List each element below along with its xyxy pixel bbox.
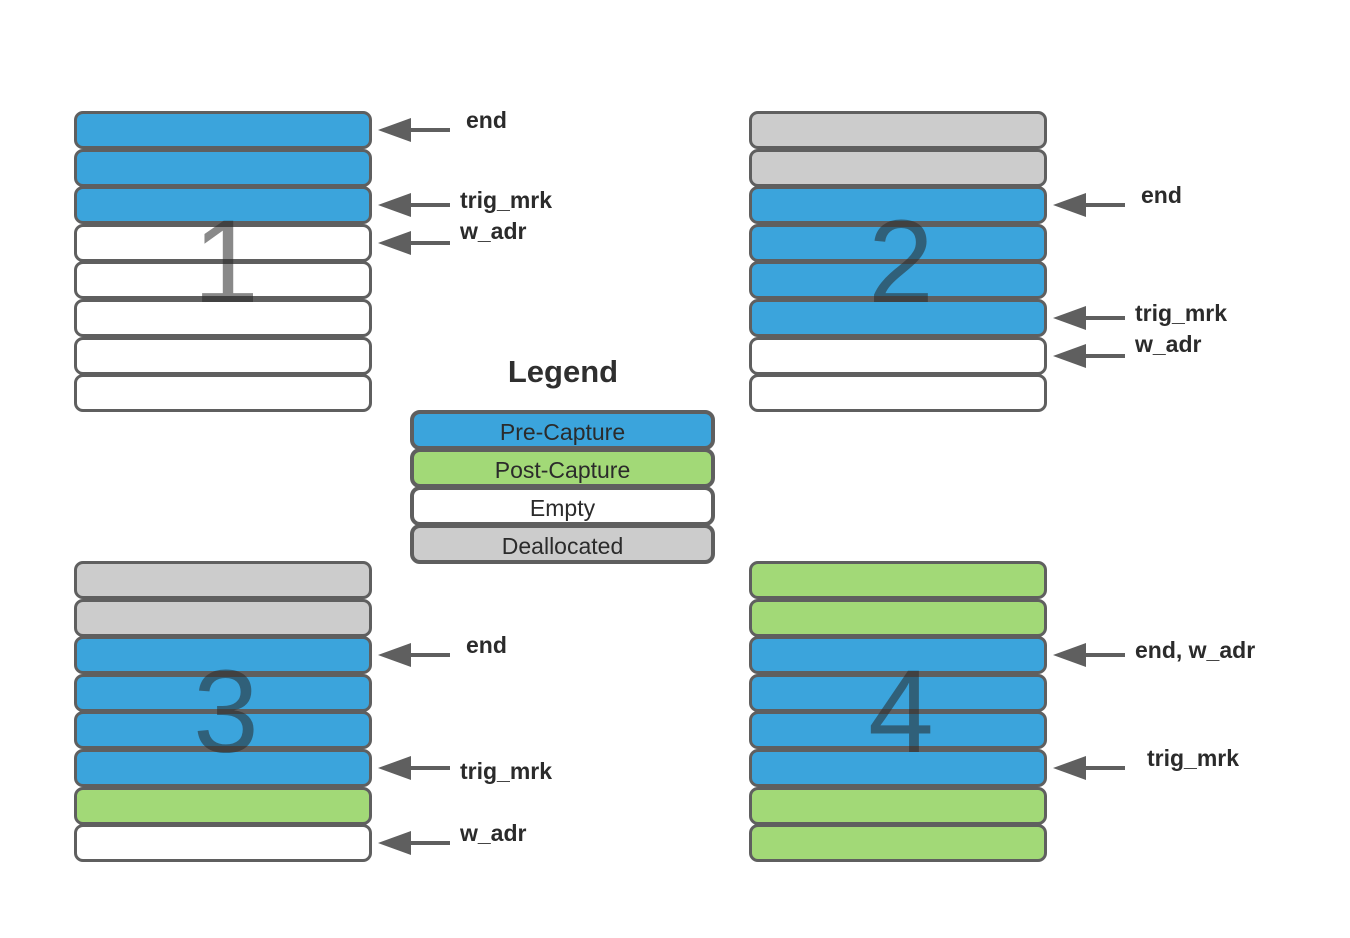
buffer-panel-3: 3 [74,561,378,863]
legend-title: Legend [507,354,619,389]
buffer-cell-empty [74,336,372,375]
buffer-cell-pre-capture [74,749,372,787]
legend-item-post-capture: Post-Capture [410,448,715,488]
buffer-cell-deallocated [749,111,1047,149]
buffer-cell-post-capture [749,786,1047,825]
buffer-cell-empty [74,824,372,863]
buffer-cell-empty [749,336,1047,375]
pointer-label: end [466,632,507,659]
pointer-label: w_adr [460,217,527,244]
buffer-cell-pre-capture [749,711,1047,750]
buffer-cell-pre-capture [74,111,372,149]
buffer-cell-pre-capture [749,673,1047,712]
pointer-label: trig_mrk [1135,300,1228,326]
buffer-cell-pre-capture [74,148,372,187]
legend-item-empty: Empty [410,486,715,526]
buffer-cell-pre-capture [749,636,1047,675]
buffer-cell-pre-capture [749,299,1047,337]
pointer-label: trig_mrk [460,187,553,214]
buffer-cell-pre-capture [74,186,372,225]
arrow-left-icon [1053,643,1125,668]
pointer-label: end [1141,182,1182,209]
pointer-label: trig_mrk [460,758,553,784]
buffer-cell-deallocated [74,561,372,599]
buffer-cell-post-capture [749,598,1047,637]
buffer-panel-4: 4 [749,561,1053,863]
buffer-cell-pre-capture [74,673,372,712]
buffer-cell-pre-capture [749,261,1047,300]
legend-item-deallocated: Deallocated [410,524,715,564]
buffer-cell-pre-capture [749,223,1047,262]
buffer-cell-post-capture [74,786,372,825]
buffer-cell-pre-capture [749,186,1047,225]
buffer-cell-deallocated [74,598,372,637]
buffer-cell-post-capture [749,561,1047,599]
arrow-left-icon [378,831,450,856]
buffer-cell-empty [74,223,372,262]
arrow-left-icon [1053,193,1125,218]
arrow-left-icon [378,643,450,668]
pointer-label: w_adr [1135,330,1202,357]
buffer-cell-pre-capture [749,749,1047,787]
arrow-left-icon [1053,306,1125,330]
buffer-cell-pre-capture [74,711,372,750]
buffer-cell-empty [74,261,372,300]
pointer-label: trig_mrk [1147,745,1240,771]
arrow-left-icon [1053,756,1125,780]
pointer-label: end [466,107,507,133]
buffer-cell-deallocated [749,148,1047,187]
arrow-left-icon [378,756,450,780]
buffer-panel-1: 1 [74,111,378,413]
arrow-left-icon [1053,343,1125,368]
legend-item-pre-capture: Pre-Capture [410,410,715,450]
pointer-label: end, w_adr [1135,637,1256,664]
arrow-left-icon [378,193,450,218]
pointer-label: w_adr [460,820,527,847]
buffer-cell-post-capture [749,824,1047,863]
buffer-cell-empty [74,299,372,337]
arrow-left-icon [378,230,450,255]
buffer-panel-2: 2 [749,111,1053,413]
buffer-cell-pre-capture [74,636,372,675]
arrow-left-icon [378,118,450,142]
buffer-cell-empty [74,374,372,413]
buffer-cell-empty [749,374,1047,413]
